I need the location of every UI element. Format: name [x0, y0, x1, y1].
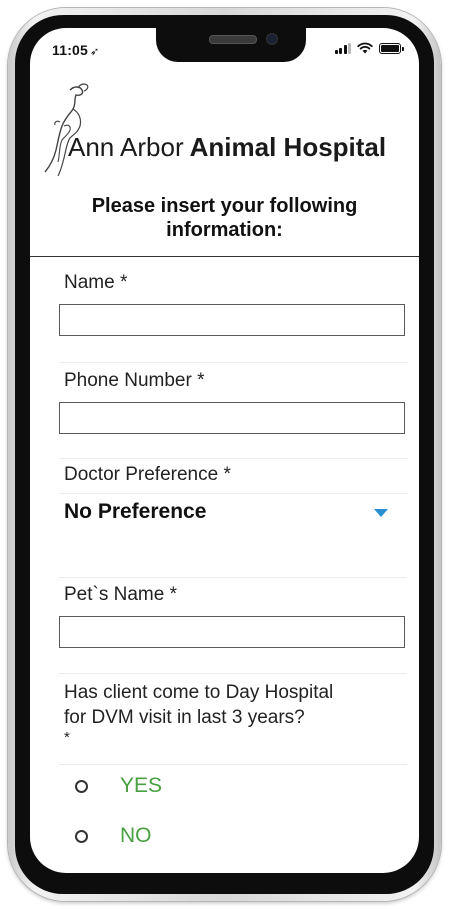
cellular-signal-icon — [334, 42, 351, 54]
field-divider — [59, 577, 407, 578]
name-label: Name * — [64, 272, 128, 293]
required-marker: * — [64, 729, 70, 746]
hospital-logo: Ann Arbor Animal Hospital — [30, 80, 419, 180]
logo-text-light: Ann Arbor — [68, 132, 184, 162]
field-divider — [59, 458, 407, 459]
form-heading: Please insert your following information… — [30, 194, 419, 242]
status-icons — [334, 42, 404, 54]
location-arrow-icon: ➶ — [90, 46, 100, 58]
radio-button[interactable] — [75, 829, 88, 843]
logo-text-bold: Animal Hospital — [189, 132, 387, 162]
radio-button[interactable] — [75, 779, 88, 793]
speaker-grille — [209, 35, 257, 44]
field-divider — [59, 362, 407, 363]
chevron-down-icon — [374, 509, 388, 517]
status-time-text: 11:05 — [52, 42, 89, 58]
doctor-preference-label: Doctor Preference * — [64, 464, 231, 485]
radio-option-no[interactable]: NO — [75, 824, 152, 848]
battery-icon — [379, 42, 404, 54]
logo-text: Ann Arbor Animal Hospital — [68, 132, 386, 163]
front-camera — [266, 33, 278, 45]
pet-name-label: Pet`s Name * — [64, 584, 177, 605]
pet-name-input[interactable] — [59, 616, 405, 648]
question-line2: for DVM visit in last 3 years? — [64, 707, 305, 728]
field-divider — [59, 673, 407, 674]
question-line1: Has client come to Day Hospital — [64, 682, 334, 703]
radio-label-yes: YES — [120, 774, 163, 797]
form-heading-line2: information: — [166, 219, 283, 241]
doctor-preference-select[interactable]: No Preference — [59, 494, 407, 532]
notch — [156, 28, 306, 62]
heading-divider — [30, 256, 419, 257]
field-divider — [59, 764, 407, 765]
doctor-preference-value: No Preference — [64, 500, 207, 523]
form-heading-line1: Please insert your following — [91, 195, 358, 217]
wifi-icon — [357, 42, 373, 54]
name-input[interactable] — [59, 304, 405, 336]
radio-option-yes[interactable]: YES — [75, 774, 162, 798]
status-time: 11:05 ➶ — [52, 42, 99, 58]
phone-screen: 11:05 ➶ Ann Arbor Animal Hospital Please i… — [30, 28, 419, 873]
radio-label-no: NO — [120, 824, 152, 847]
phone-input[interactable] — [59, 402, 405, 434]
day-hospital-question: Has client come to Day Hospital for DVM … — [64, 680, 404, 746]
phone-label: Phone Number * — [64, 370, 205, 391]
